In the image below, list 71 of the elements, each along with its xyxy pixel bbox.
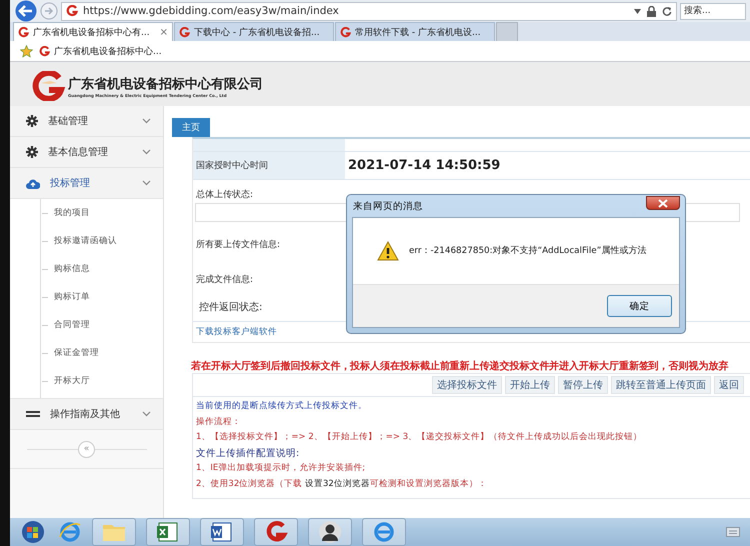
browser-tab[interactable]: 下载中心 - 广东省机电设备招...: [174, 22, 334, 41]
page-tab[interactable]: 主页: [172, 118, 210, 137]
back-button[interactable]: [15, 0, 37, 22]
chevron-icon: [142, 411, 151, 417]
upload-action-button[interactable]: 开始上传: [505, 376, 555, 394]
warning-notice: 若在开标大厅签到后撤回投标文件，投标人须在投标截止前重新上传递交投标文件并进入开标大厅重新签到，否则视为放弃: [191, 359, 730, 373]
g-logo-icon: [39, 46, 50, 56]
lock-icon: [647, 6, 656, 16]
field-label: 所有要上传文件信息:: [195, 238, 282, 252]
chevron-icon: [142, 118, 151, 124]
document-icon[interactable]: [200, 518, 244, 546]
cloud-upload-icon: [26, 178, 40, 188]
sidebar-subitem[interactable]: 投标邀请函确认: [10, 227, 163, 255]
table-cell: 国家授时中心时间: [193, 152, 345, 179]
time-value: 2021-07-14 14:50:59: [347, 157, 502, 175]
instruction-text: 2、使用32位浏览器（下载 设置32位浏览器可检测和设置浏览器版本）：: [196, 478, 488, 490]
g-logo-icon: [66, 5, 78, 17]
field-label: 控件返回状态:: [198, 300, 264, 315]
chevron-icon: [142, 180, 151, 186]
upload-action-button[interactable]: 跳转至普通上传页面: [611, 376, 711, 394]
gear-icon: [26, 115, 38, 127]
sidebar-subitem[interactable]: 保证金管理: [10, 339, 163, 367]
field-label: 总体上传状态:: [195, 188, 254, 202]
instruction-text: 文件上传插件配置说明:: [196, 446, 300, 460]
warning-icon: [377, 241, 399, 261]
upload-action-button[interactable]: 暂停上传: [558, 376, 608, 394]
browser-tab[interactable]: 广东省机电设备招标中心有... ×: [13, 22, 173, 41]
close-button[interactable]: [646, 196, 680, 210]
browser-e-icon[interactable]: [58, 521, 82, 543]
sidebar-item[interactable]: 基础管理: [10, 106, 163, 137]
sidebar-item[interactable]: 操作指南及其他: [10, 399, 163, 430]
download-link[interactable]: 下载投标客户端软件: [196, 327, 277, 337]
sidebar-subitem[interactable]: 合同管理: [10, 311, 163, 339]
browser-setup-link[interactable]: 设置32位浏览器: [304, 478, 370, 488]
sidebar-item[interactable]: 投标管理: [10, 168, 163, 199]
company-name: 广东省机电设备招标中心有限公司: [68, 76, 263, 92]
sidebar-subitem[interactable]: 购标信息: [10, 255, 163, 283]
sidebar-subitem[interactable]: 开标大厅: [10, 367, 163, 395]
gear-icon: [26, 146, 38, 158]
instruction-text: 1、【选择投标文件】；=> 2、【开始上传】；=> 3、【递交投标文件】（待文件上传成功以后会出现此按钮）: [196, 430, 644, 444]
browser-tab[interactable]: 常用软件下载 - 广东省机电设...: [335, 22, 495, 41]
instruction-text: 操作流程：: [196, 416, 242, 428]
upload-action-button[interactable]: 选择投标文件: [432, 376, 502, 394]
g-logo-icon: [179, 26, 190, 38]
favorite-link[interactable]: 广东省机电设备招标中心...: [39, 44, 162, 58]
browser-e-icon[interactable]: [362, 518, 406, 546]
error-message: err：-2146827850:对象不支持“AddLocalFile”属性或方法: [409, 245, 646, 257]
keyboard-icon[interactable]: [726, 527, 740, 537]
close-icon: [658, 198, 668, 208]
close-tab-button[interactable]: ×: [160, 26, 168, 38]
address-field[interactable]: https://www.gdebidding.com/easy3w/main/index: [61, 2, 677, 20]
g-logo-icon: [18, 26, 29, 38]
sidebar-subitem[interactable]: 购标订单: [10, 283, 163, 311]
sidebar-subitem[interactable]: 我的项目: [10, 199, 163, 227]
field-label: 完成文件信息:: [195, 274, 254, 287]
dialog-title: 来自网页的消息: [352, 200, 423, 212]
upload-action-button[interactable]: 返回: [714, 376, 744, 394]
star-icon[interactable]: [20, 44, 33, 58]
spreadsheet-icon[interactable]: [146, 518, 190, 546]
sidebar-item[interactable]: 基本信息管理: [10, 137, 163, 168]
g-logo-icon: [340, 26, 351, 38]
company-logo-icon: [32, 71, 66, 101]
company-logo-icon[interactable]: [254, 518, 298, 546]
chevron-icon: [142, 149, 151, 155]
dropdown-icon[interactable]: [634, 8, 641, 14]
ok-button[interactable]: 确定: [607, 295, 672, 317]
avatar-icon[interactable]: [308, 518, 352, 546]
instruction-text: 当前使用的是断点续传方式上传投标文件。: [196, 400, 368, 413]
instruction-text: 1、IE弹出加载项提示时，允许并安装插件;: [196, 462, 366, 475]
search-field[interactable]: 搜索...: [680, 2, 746, 20]
refresh-icon[interactable]: [662, 6, 672, 16]
